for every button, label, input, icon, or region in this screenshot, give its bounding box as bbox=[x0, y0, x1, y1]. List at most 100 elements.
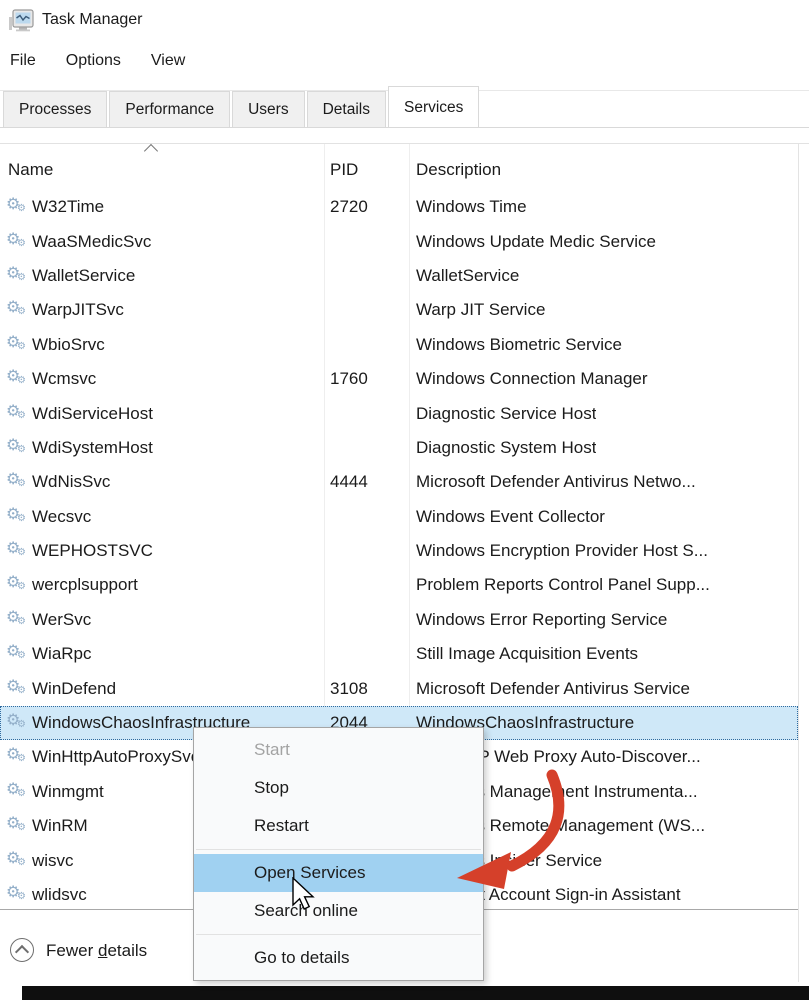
table-row[interactable]: ⚙⚙ WdiServiceHost Diagnostic Service Hos… bbox=[0, 396, 798, 430]
menu-bar: File Options View bbox=[10, 52, 215, 78]
menu-item-open-services[interactable]: Open Services bbox=[194, 854, 483, 892]
column-header-name[interactable]: Name bbox=[8, 160, 53, 180]
service-gear-icon: ⚙⚙ bbox=[6, 609, 30, 631]
menu-item-label: Restart bbox=[254, 816, 309, 835]
service-name: Wecsvc bbox=[32, 507, 91, 527]
fewer-details-label-rest: etails bbox=[107, 941, 147, 960]
service-pid: 2720 bbox=[330, 197, 368, 217]
service-gear-icon: ⚙⚙ bbox=[6, 678, 30, 700]
service-name: WinRM bbox=[32, 816, 88, 836]
service-description: Windows Error Reporting Service bbox=[416, 610, 667, 630]
service-name: WEPHOSTSVC bbox=[32, 541, 153, 561]
table-row[interactable]: ⚙⚙ WaaSMedicSvc Windows Update Medic Ser… bbox=[0, 224, 798, 258]
tab-processes[interactable]: Processes bbox=[3, 91, 107, 127]
menu-item-stop[interactable]: Stop bbox=[194, 769, 483, 807]
table-row[interactable]: ⚙⚙ WdiSystemHost Diagnostic System Host bbox=[0, 431, 798, 465]
fewer-details-button[interactable]: Fewer details bbox=[46, 941, 147, 961]
table-row[interactable]: ⚙⚙ wercplsupport Problem Reports Control… bbox=[0, 568, 798, 602]
table-row[interactable]: ⚙⚙ Wcmsvc 1760 Windows Connection Manage… bbox=[0, 362, 798, 396]
service-description: Warp JIT Service bbox=[416, 300, 545, 320]
fewer-details-chevron-icon[interactable] bbox=[10, 938, 34, 962]
service-gear-icon: ⚙⚙ bbox=[6, 884, 30, 906]
service-name: WalletService bbox=[32, 266, 135, 286]
table-row[interactable]: ⚙⚙ WiaRpc Still Image Acquisition Events bbox=[0, 637, 798, 671]
service-gear-icon: ⚙⚙ bbox=[6, 368, 30, 390]
service-name: WinDefend bbox=[32, 679, 116, 699]
service-description: Windows Time bbox=[416, 197, 527, 217]
service-gear-icon: ⚙⚙ bbox=[6, 643, 30, 665]
tab-details[interactable]: Details bbox=[307, 91, 386, 127]
tab-users[interactable]: Users bbox=[232, 91, 304, 127]
menu-item-label: Go to details bbox=[254, 948, 349, 967]
service-name: WiaRpc bbox=[32, 644, 92, 664]
mouse-cursor bbox=[292, 877, 318, 913]
table-row[interactable]: ⚙⚙ WdNisSvc 4444 Microsoft Defender Anti… bbox=[0, 465, 798, 499]
tab-strip: Processes Performance Users Details Serv… bbox=[3, 91, 481, 127]
menu-item-label: Start bbox=[254, 740, 290, 759]
service-name: WaaSMedicSvc bbox=[32, 232, 151, 252]
fewer-details-label: Fewer bbox=[46, 941, 98, 960]
service-gear-icon: ⚙⚙ bbox=[6, 850, 30, 872]
menu-file[interactable]: File bbox=[10, 52, 36, 78]
menu-separator bbox=[196, 934, 481, 935]
service-name: WdiSystemHost bbox=[32, 438, 153, 458]
service-name: Wcmsvc bbox=[32, 369, 96, 389]
service-gear-icon: ⚙⚙ bbox=[6, 403, 30, 425]
tab-performance[interactable]: Performance bbox=[109, 91, 230, 127]
service-name: WarpJITSvc bbox=[32, 300, 124, 320]
service-gear-icon: ⚙⚙ bbox=[6, 231, 30, 253]
service-description: Diagnostic System Host bbox=[416, 438, 596, 458]
list-right-border bbox=[798, 144, 799, 982]
bottom-taskbar-strip bbox=[22, 986, 809, 1000]
context-menu: Start Stop Restart Open Services Search … bbox=[193, 727, 484, 981]
tab-services[interactable]: Services bbox=[388, 86, 479, 127]
menu-item-start[interactable]: Start bbox=[194, 731, 483, 769]
menu-item-label: Stop bbox=[254, 778, 289, 797]
table-row[interactable]: ⚙⚙ W32Time 2720 Windows Time bbox=[0, 190, 798, 224]
service-gear-icon: ⚙⚙ bbox=[6, 334, 30, 356]
menu-item-restart[interactable]: Restart bbox=[194, 807, 483, 845]
service-description: Windows Connection Manager bbox=[416, 369, 648, 389]
service-description: Diagnostic Service Host bbox=[416, 404, 596, 424]
service-pid: 1760 bbox=[330, 369, 368, 389]
task-manager-icon bbox=[8, 9, 34, 33]
service-gear-icon: ⚙⚙ bbox=[6, 712, 30, 734]
table-row[interactable]: ⚙⚙ Wecsvc Windows Event Collector bbox=[0, 500, 798, 534]
table-row[interactable]: ⚙⚙ WalletService WalletService bbox=[0, 259, 798, 293]
menu-options[interactable]: Options bbox=[66, 52, 121, 78]
table-row[interactable]: ⚙⚙ WerSvc Windows Error Reporting Servic… bbox=[0, 603, 798, 637]
service-gear-icon: ⚙⚙ bbox=[6, 781, 30, 803]
menu-item-go-to-details[interactable]: Go to details bbox=[194, 939, 483, 977]
service-description: Microsoft Defender Antivirus Netwo... bbox=[416, 472, 696, 492]
service-name: WdNisSvc bbox=[32, 472, 110, 492]
service-gear-icon: ⚙⚙ bbox=[6, 540, 30, 562]
service-description: Windows Encryption Provider Host S... bbox=[416, 541, 708, 561]
service-name: WinHttpAutoProxySvc bbox=[32, 747, 199, 767]
service-name: Winmgmt bbox=[32, 782, 104, 802]
service-name: W32Time bbox=[32, 197, 104, 217]
service-pid: 4444 bbox=[330, 472, 368, 492]
service-description: WalletService bbox=[416, 266, 519, 286]
menu-item-search-online[interactable]: Search online bbox=[194, 892, 483, 930]
service-gear-icon: ⚙⚙ bbox=[6, 815, 30, 837]
sort-asc-icon bbox=[144, 144, 158, 158]
service-description: Microsoft Defender Antivirus Service bbox=[416, 679, 690, 699]
service-gear-icon: ⚙⚙ bbox=[6, 196, 30, 218]
service-gear-icon: ⚙⚙ bbox=[6, 746, 30, 768]
service-description: Windows Biometric Service bbox=[416, 335, 622, 355]
service-gear-icon: ⚙⚙ bbox=[6, 265, 30, 287]
column-header-pid[interactable]: PID bbox=[330, 160, 358, 180]
menu-separator bbox=[196, 849, 481, 850]
service-name: wlidsvc bbox=[32, 885, 87, 905]
table-row[interactable]: ⚙⚙ WbioSrvc Windows Biometric Service bbox=[0, 328, 798, 362]
table-row[interactable]: ⚙⚙ WarpJITSvc Warp JIT Service bbox=[0, 293, 798, 327]
menu-view[interactable]: View bbox=[151, 52, 185, 78]
service-description: Problem Reports Control Panel Supp... bbox=[416, 575, 710, 595]
service-gear-icon: ⚙⚙ bbox=[6, 437, 30, 459]
service-pid: 3108 bbox=[330, 679, 368, 699]
service-name: wercplsupport bbox=[32, 575, 138, 595]
table-row[interactable]: ⚙⚙ WinDefend 3108 Microsoft Defender Ant… bbox=[0, 671, 798, 705]
service-description: Windows Event Collector bbox=[416, 507, 605, 527]
table-row[interactable]: ⚙⚙ WEPHOSTSVC Windows Encryption Provide… bbox=[0, 534, 798, 568]
column-header-description[interactable]: Description bbox=[416, 160, 501, 180]
